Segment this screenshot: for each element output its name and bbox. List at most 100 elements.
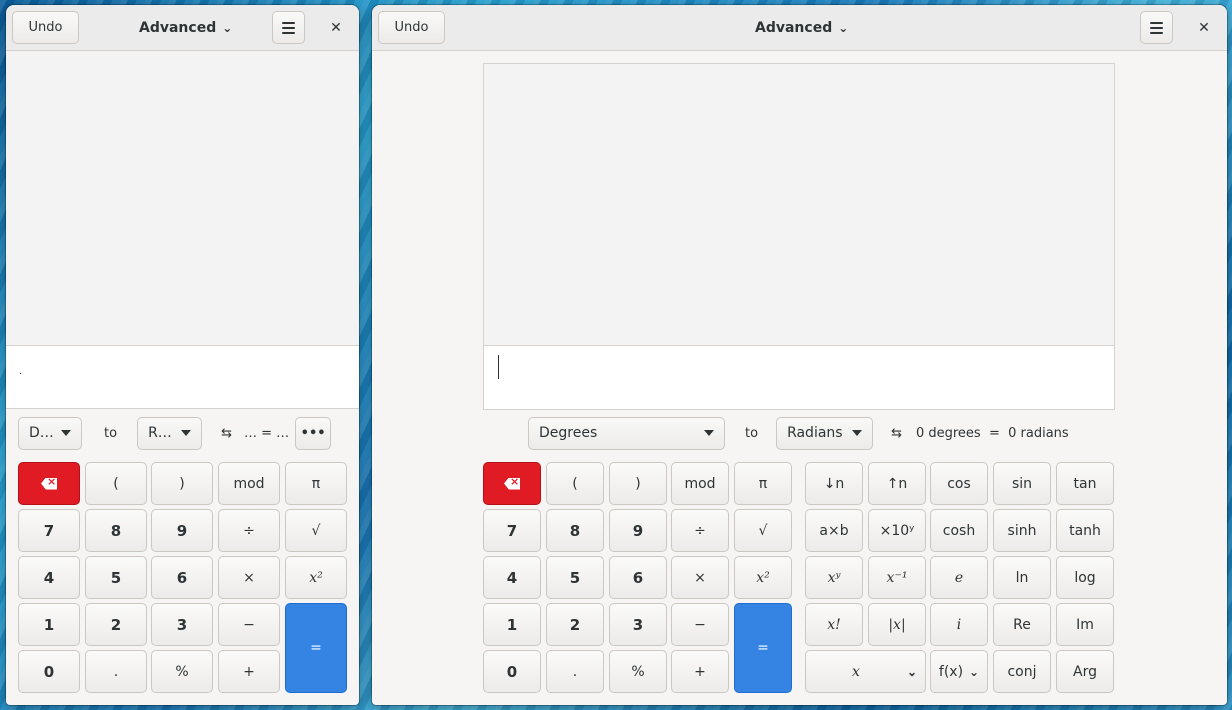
key-divide[interactable]: ÷ [218,509,280,552]
from-unit-dropdown[interactable]: Degrees [528,416,725,450]
key-3[interactable]: 3 [609,603,667,646]
key-6[interactable]: 6 [609,556,667,599]
key-3[interactable]: 3 [151,603,213,646]
key-4[interactable]: 4 [483,556,541,599]
key-square[interactable]: x² [285,556,347,599]
chevron-down-icon: ⌄ [969,664,980,679]
key-0[interactable]: 0 [18,650,80,693]
key-ln[interactable]: ln [993,556,1051,599]
key-tan[interactable]: tan [1056,462,1114,505]
key-cosh[interactable]: cosh [930,509,988,552]
key-shift-up[interactable]: ↑n [868,462,926,505]
to-unit-label: Radians [787,425,843,441]
equals-button[interactable]: = [734,603,792,693]
math-entry[interactable]: . [6,345,359,409]
key-conjugate[interactable]: conj [993,650,1051,693]
key-0[interactable]: 0 [483,650,541,693]
key-decimal[interactable]: . [85,650,147,693]
key-2[interactable]: 2 [85,603,147,646]
key-square[interactable]: x² [734,556,792,599]
key-log[interactable]: log [1056,556,1114,599]
key-cos[interactable]: cos [930,462,988,505]
key-percent[interactable]: % [609,650,667,693]
key-5[interactable]: 5 [85,556,147,599]
backspace-button[interactable] [18,462,80,505]
to-unit-dropdown[interactable]: R… [137,416,203,450]
more-dots-icon[interactable]: ••• [295,416,332,450]
key-4[interactable]: 4 [18,556,80,599]
key-divide[interactable]: ÷ [671,509,729,552]
key-6[interactable]: 6 [151,556,213,599]
key-sqrt[interactable]: √ [285,509,347,552]
key-9[interactable]: 9 [609,509,667,552]
key-decimal[interactable]: . [546,650,604,693]
undo-button[interactable]: Undo [378,11,445,44]
variable-dropdown[interactable]: x ⌄ [805,650,926,693]
close-icon[interactable]: ✕ [321,11,351,44]
key-argument[interactable]: Arg [1056,650,1114,693]
key-exponent[interactable]: ×10ʸ [868,509,926,552]
key-sin[interactable]: sin [993,462,1051,505]
mode-selector[interactable]: Advanced ⌄ [755,5,848,51]
equals-button[interactable]: = [285,603,347,693]
math-entry[interactable] [483,345,1115,410]
key-imag-part[interactable]: Im [1056,603,1114,646]
key-8[interactable]: 8 [546,509,604,552]
to-unit-dropdown[interactable]: Radians [776,416,874,450]
header-bar: Undo Advanced ⌄ ✕ [6,5,359,51]
key-add[interactable]: + [671,650,729,693]
close-icon[interactable]: ✕ [1189,11,1219,44]
key-imaginary[interactable]: i [930,603,988,646]
key-9[interactable]: 9 [151,509,213,552]
key-2[interactable]: 2 [546,603,604,646]
key-inverse[interactable]: x⁻¹ [868,556,926,599]
chevron-down-icon: ⌄ [906,664,917,679]
key-percent[interactable]: % [151,650,213,693]
from-unit-label: D… [29,425,54,441]
key-open-paren[interactable]: ( [546,462,604,505]
hamburger-menu-button[interactable] [1140,11,1173,44]
variable-label: x [852,663,860,680]
function-dropdown[interactable]: f(x) ⌄ [930,650,988,693]
key-euler[interactable]: e [930,556,988,599]
key-sinh[interactable]: sinh [993,509,1051,552]
swap-arrows-icon[interactable]: ⇆ [221,426,232,441]
key-shift-down[interactable]: ↓n [805,462,863,505]
mode-selector[interactable]: Advanced ⌄ [139,5,232,51]
key-mod[interactable]: mod [218,462,280,505]
key-1[interactable]: 1 [483,603,541,646]
conversion-result: 0 degrees = 0 radians [915,425,1069,441]
key-real-part[interactable]: Re [993,603,1051,646]
key-open-paren[interactable]: ( [85,462,147,505]
key-7[interactable]: 7 [483,509,541,552]
key-tanh[interactable]: tanh [1056,509,1114,552]
key-close-paren[interactable]: ) [609,462,667,505]
key-factorial[interactable]: x! [805,603,863,646]
key-pi[interactable]: π [734,462,792,505]
from-unit-label: Degrees [539,425,598,441]
key-abs[interactable]: |x| [868,603,926,646]
key-close-paren[interactable]: ) [151,462,213,505]
key-8[interactable]: 8 [85,509,147,552]
chevron-down-icon: ⌄ [222,21,233,35]
backspace-icon [504,477,520,490]
key-subtract[interactable]: − [671,603,729,646]
swap-arrows-icon[interactable]: ⇆ [891,426,902,441]
key-1[interactable]: 1 [18,603,80,646]
key-7[interactable]: 7 [18,509,80,552]
key-multiply[interactable]: × [218,556,280,599]
key-subtract[interactable]: − [218,603,280,646]
to-unit-label: R… [148,425,172,441]
key-bitwise-and[interactable]: a×b [805,509,863,552]
key-add[interactable]: + [218,650,280,693]
key-multiply[interactable]: × [671,556,729,599]
undo-button[interactable]: Undo [12,11,79,44]
key-sqrt[interactable]: √ [734,509,792,552]
key-mod[interactable]: mod [671,462,729,505]
hamburger-menu-button[interactable] [272,11,305,44]
from-unit-dropdown[interactable]: D… [18,416,82,450]
backspace-button[interactable] [483,462,541,505]
key-power[interactable]: xʸ [805,556,863,599]
key-pi[interactable]: π [285,462,347,505]
key-5[interactable]: 5 [546,556,604,599]
